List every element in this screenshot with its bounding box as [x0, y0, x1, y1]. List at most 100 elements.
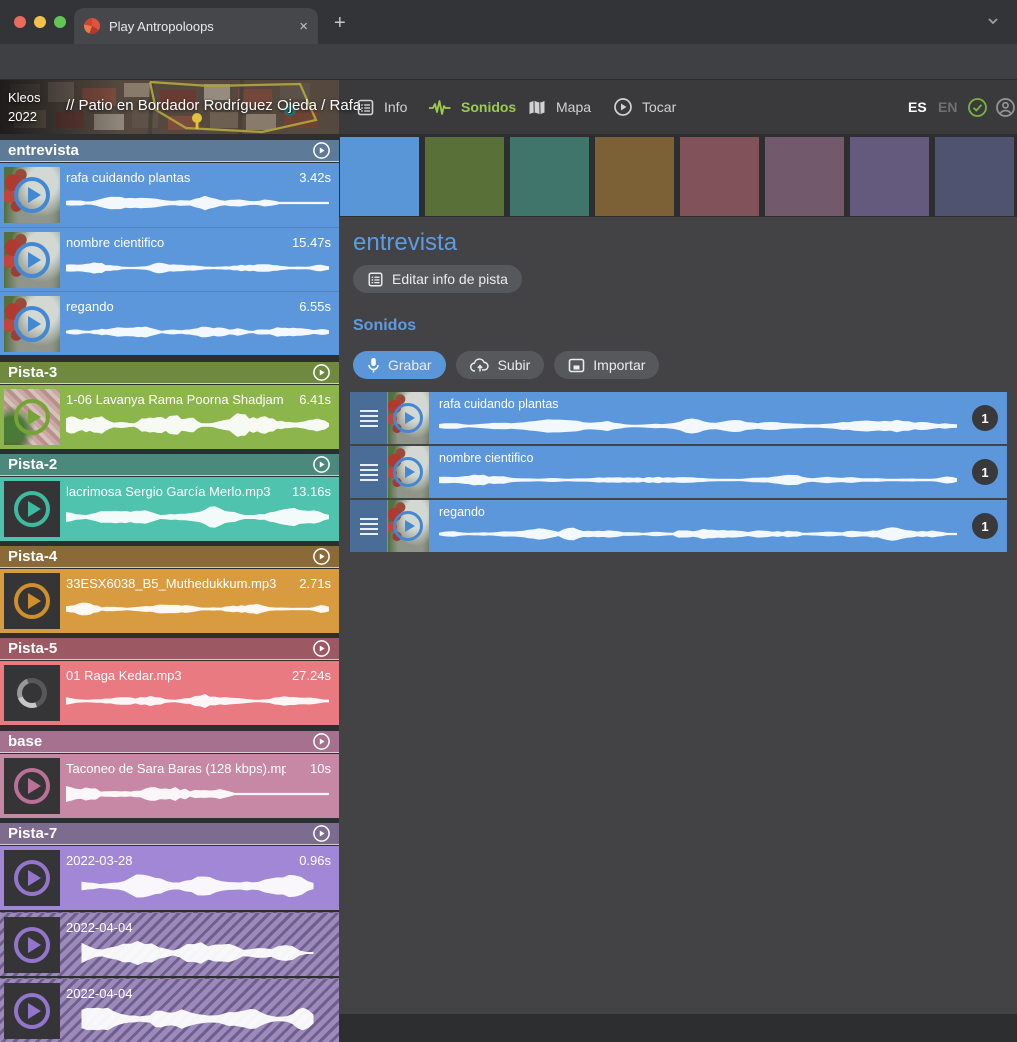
tab-search-chevron-icon[interactable]	[985, 13, 1001, 29]
sound-thumbnail[interactable]	[4, 850, 60, 906]
panel-sound-row[interactable]: nombre cientifico 1	[350, 446, 1007, 498]
tab-close-icon[interactable]: ×	[299, 19, 308, 34]
play-sound-icon	[14, 177, 50, 213]
macos-zoom-button[interactable]	[54, 16, 66, 28]
play-track-icon[interactable]	[312, 141, 331, 160]
play-sound-icon	[14, 583, 50, 619]
sound-thumbnail[interactable]	[4, 917, 60, 973]
lang-es-button[interactable]: ES	[908, 99, 927, 115]
track-header-pista-7[interactable]: Pista-7	[0, 823, 339, 845]
browser-tab[interactable]: Play Antropoloops ×	[74, 8, 318, 44]
account-icon[interactable]	[995, 97, 1016, 118]
sidebar-sound-row[interactable]: nombre cientifico 15.47s	[0, 227, 339, 291]
drag-handle[interactable]	[350, 500, 387, 552]
sound-duration: 27.24s	[292, 668, 331, 683]
import-button[interactable]: Importar	[554, 351, 659, 379]
waveform	[66, 686, 329, 716]
macos-close-button[interactable]	[14, 16, 26, 28]
play-track-icon[interactable]	[312, 639, 331, 658]
upload-button[interactable]: Subir	[456, 351, 545, 379]
track-header-pista-3[interactable]: Pista-3	[0, 362, 339, 384]
track-swatch-2[interactable]	[425, 137, 504, 216]
drag-handle[interactable]	[350, 446, 387, 498]
lang-en-button[interactable]: EN	[938, 99, 957, 115]
track-header-pista-2[interactable]: Pista-2	[0, 454, 339, 476]
sound-thumbnail[interactable]	[388, 392, 429, 444]
grip-icon	[360, 410, 378, 427]
sound-thumbnail[interactable]	[4, 232, 60, 288]
tab-tocar[interactable]: Tocar	[613, 80, 676, 134]
panel-sound-row[interactable]: regando 1	[350, 500, 1007, 552]
record-button[interactable]: Grabar	[353, 351, 446, 379]
sound-title: nombre cientifico	[66, 235, 164, 250]
play-track-icon[interactable]	[312, 455, 331, 474]
sound-title: regando	[66, 299, 114, 314]
tab-mapa[interactable]: Mapa	[527, 80, 591, 134]
track-header-base[interactable]: base	[0, 731, 339, 753]
sound-title: regando	[439, 505, 485, 519]
sidebar-sound-row[interactable]: 33ESX6038_B5_Muthedukkum.mp3 2.71s	[0, 569, 339, 633]
sound-thumbnail[interactable]	[4, 983, 60, 1039]
play-sound-icon	[14, 927, 50, 963]
sound-thumbnail[interactable]	[4, 389, 60, 445]
waveform	[66, 317, 329, 347]
sidebar-sound-row-muted[interactable]: 2022-04-04	[0, 978, 339, 1042]
sounds-heading: Sonidos	[353, 317, 416, 335]
sound-title: rafa cuidando plantas	[439, 397, 559, 411]
sidebar-sound-row[interactable]: 01 Raga Kedar.mp3 27.24s	[0, 661, 339, 725]
sound-thumbnail[interactable]	[388, 500, 429, 552]
waveform	[439, 412, 957, 440]
track-name: Pista-7	[8, 825, 312, 842]
track-swatch-7[interactable]	[850, 137, 929, 216]
edit-track-info-button[interactable]: Editar info de pista	[353, 265, 522, 293]
app-logo[interactable]: Kleos 2022	[8, 88, 41, 126]
tab-info[interactable]: Info	[356, 80, 407, 134]
import-icon	[568, 358, 585, 373]
edit-list-icon	[367, 271, 384, 288]
loop-count-badge: 1	[972, 513, 998, 539]
tab-sonidos[interactable]: Sonidos	[428, 80, 516, 134]
sound-thumbnail[interactable]	[4, 665, 60, 721]
sidebar-sound-row[interactable]: 2022-03-28 0.96s	[0, 846, 339, 910]
sound-thumbnail[interactable]	[4, 573, 60, 629]
sidebar-sound-row[interactable]: rafa cuidando plantas 3.42s	[0, 163, 339, 227]
play-track-icon[interactable]	[312, 363, 331, 382]
sidebar-sound-row[interactable]: regando 6.55s	[0, 291, 339, 355]
sound-duration: 0.96s	[299, 853, 331, 868]
sound-thumbnail[interactable]	[4, 481, 60, 537]
track-header-pista-5[interactable]: Pista-5	[0, 638, 339, 660]
sound-thumbnail[interactable]	[4, 758, 60, 814]
waveform	[66, 502, 329, 532]
sound-title: nombre cientifico	[439, 451, 534, 465]
track-swatch-entrevista[interactable]	[340, 137, 419, 216]
waveform	[439, 520, 957, 548]
track-swatch-5[interactable]	[680, 137, 759, 216]
play-track-icon[interactable]	[312, 732, 331, 751]
track-header-pista-4[interactable]: Pista-4	[0, 546, 339, 568]
panel-sound-row[interactable]: rafa cuidando plantas 1	[350, 392, 1007, 444]
play-track-icon[interactable]	[312, 824, 331, 843]
sidebar-sound-row[interactable]: 1-06 Lavanya Rama Poorna Shadjam Rupak..…	[0, 385, 339, 449]
sidebar-sound-row[interactable]: lacrimosa Sergio García Merlo.mp3 13.16s	[0, 477, 339, 541]
play-sound-icon	[14, 491, 50, 527]
main-area: entrevista Editar info de pista Sonidos	[339, 134, 1017, 1014]
favicon-antropoloops	[84, 18, 100, 34]
sound-thumbnail[interactable]	[4, 167, 60, 223]
sound-duration: 2.71s	[299, 576, 331, 591]
track-swatch-4[interactable]	[595, 137, 674, 216]
drag-handle[interactable]	[350, 392, 387, 444]
sound-thumbnail[interactable]	[4, 296, 60, 352]
track-swatch-8[interactable]	[935, 137, 1014, 216]
sidebar-sound-row[interactable]: Taconeo de Sara Baras (128 kbps).mp3 10s	[0, 754, 339, 818]
macos-minimize-button[interactable]	[34, 16, 46, 28]
track-swatch-3[interactable]	[510, 137, 589, 216]
play-sound-icon	[14, 768, 50, 804]
track-header-entrevista[interactable]: entrevista	[0, 140, 339, 162]
play-track-icon[interactable]	[312, 547, 331, 566]
sound-thumbnail[interactable]	[388, 446, 429, 498]
waveform	[66, 779, 329, 809]
sound-duration: 6.55s	[299, 299, 331, 314]
new-tab-button[interactable]: +	[334, 12, 346, 35]
sidebar-sound-row-muted[interactable]: 2022-04-04	[0, 912, 339, 976]
track-swatch-6[interactable]	[765, 137, 844, 216]
